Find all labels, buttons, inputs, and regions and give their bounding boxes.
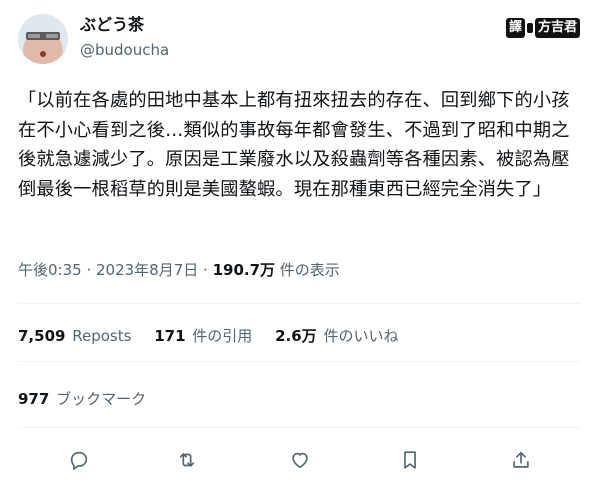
avatar[interactable] (18, 14, 68, 64)
engagement-stats: 7,509 Reposts 171 件の引用 2.6万 件のいいね (18, 326, 416, 346)
bookmarks-stat[interactable]: 977 ブックマーク (18, 389, 146, 409)
share-button[interactable] (507, 446, 535, 474)
display-name[interactable]: ぶどう茶 (80, 15, 144, 35)
like-icon (292, 452, 308, 469)
bookmarks-count: 977 (18, 390, 50, 408)
user-handle[interactable]: @budoucha (80, 40, 169, 60)
likes-label: 件のいいね (323, 327, 399, 345)
bookmark-icon (404, 451, 416, 469)
reposts-count: 7,509 (18, 327, 66, 345)
divider (18, 361, 580, 362)
action-bar (18, 446, 580, 474)
views-count: 190.7万 (212, 261, 276, 279)
views-label: 件の表示 (275, 261, 340, 279)
likes-count: 2.6万 (275, 327, 317, 345)
retweet-button[interactable] (173, 446, 201, 474)
watermark-left: 譯 (505, 18, 525, 38)
translator-watermark: 譯 方吉君 (505, 16, 580, 40)
reply-button[interactable] (65, 446, 93, 474)
bookmarks-label: ブックマーク (56, 390, 147, 408)
reposts-stat[interactable]: 7,509 Reposts (18, 326, 131, 346)
watermark-right: 方吉君 (534, 18, 580, 38)
likes-stat[interactable]: 2.6万 件のいいね (275, 326, 398, 346)
quotes-count: 171 (154, 327, 186, 345)
bookmark-button[interactable] (396, 446, 424, 474)
tweet-meta: 午後0:35 · 2023年8月7日 · 190.7万 件の表示 (18, 260, 340, 280)
divider (18, 427, 580, 428)
meta-separator-2: · (198, 261, 213, 279)
reposts-label: Reposts (72, 327, 132, 345)
watermark-dot (526, 23, 533, 33)
tweet-time[interactable]: 午後0:35 (18, 261, 82, 279)
retweet-icon (179, 453, 195, 467)
quotes-label: 件の引用 (192, 327, 253, 345)
quotes-stat[interactable]: 171 件の引用 (154, 326, 252, 346)
reply-icon (70, 451, 88, 470)
like-button[interactable] (286, 446, 314, 474)
divider (18, 303, 580, 304)
tweet-text: 「以前在各處的田地中基本上都有扭來扭去的存在、回到鄉下的小孩在不小心看到之後…類… (18, 90, 570, 200)
avatar-image (18, 14, 68, 64)
meta-separator: · (81, 261, 96, 279)
tweet-date[interactable]: 2023年8月7日 (96, 261, 198, 279)
share-icon (513, 451, 529, 468)
